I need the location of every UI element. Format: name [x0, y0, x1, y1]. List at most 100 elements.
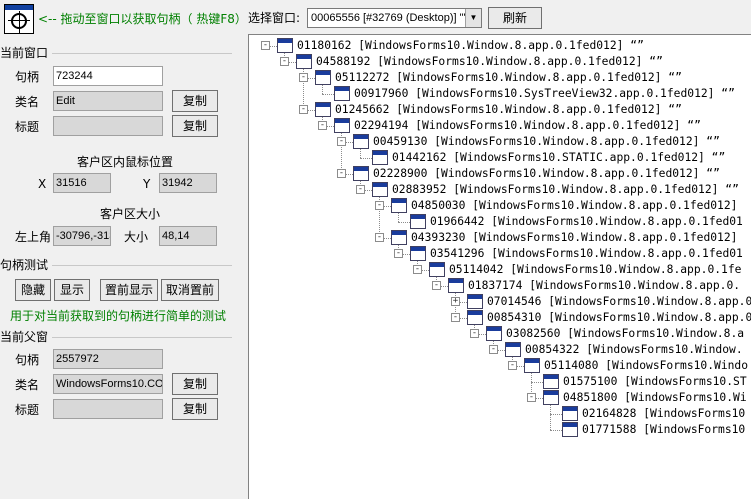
class-field[interactable]: Edit [53, 91, 163, 111]
expand-icon[interactable]: + [451, 297, 460, 306]
handle-test-note: 用于对当前获取到的句柄进行简单的测试 [10, 309, 227, 323]
refresh-button[interactable]: 刷新 [488, 7, 542, 29]
tree-node[interactable]: - 01180162 [WindowsForms10.Window.8.app.0… [249, 38, 751, 54]
mouse-y-label: Y [143, 177, 151, 191]
collapse-icon[interactable]: - [375, 201, 384, 210]
tree-node[interactable]: 01575100 [WindowsForms10.ST [249, 374, 751, 390]
parent-title-field[interactable] [53, 399, 163, 419]
group-divider [52, 265, 232, 266]
tree-node[interactable]: - 00854310 [WindowsForms10.Window.8.app.0 [249, 310, 751, 326]
collapse-icon[interactable]: - [527, 393, 536, 402]
tree-node[interactable]: 01771588 [WindowsForms10 [249, 422, 751, 438]
tree-node-label: 04588192 [WindowsForms10.Window.8.app.0.… [316, 55, 663, 68]
tree-node[interactable]: - 03082560 [WindowsForms10.Window.8.a [249, 326, 751, 342]
tree-node-label: 00854322 [WindowsForms10.Window. [525, 343, 743, 356]
tree-node-label: 03541296 [WindowsForms10.Window.8.app.0.… [430, 247, 743, 260]
window-select[interactable]: 00065556 [#32769 (Desktop)] "" ▼ [307, 8, 482, 28]
handle-test-group-label: 句柄测试 [0, 258, 49, 272]
collapse-icon[interactable]: - [451, 313, 460, 322]
tree-node[interactable]: - 00459130 [WindowsForms10.Window.8.app.0… [249, 134, 751, 150]
window-icon [391, 230, 407, 245]
handle-field[interactable]: 723244 [53, 66, 163, 86]
tree-node-label: 02294194 [WindowsForms10.Window.8.app.0.… [354, 119, 701, 132]
hide-button[interactable]: 隐藏 [15, 279, 51, 301]
tree-node[interactable]: - 04851800 [WindowsForms10.Wi [249, 390, 751, 406]
collapse-icon[interactable]: - [337, 169, 346, 178]
collapse-icon[interactable]: - [470, 329, 479, 338]
tree-node[interactable]: 02164828 [WindowsForms10 [249, 406, 751, 422]
collapse-icon[interactable]: - [432, 281, 441, 290]
window-icon [505, 342, 521, 357]
collapse-icon[interactable]: - [261, 41, 270, 50]
tree-node[interactable]: - 05114042 [WindowsForms10.Window.8.app.0… [249, 262, 751, 278]
cancel-topmost-button[interactable]: 取消置前 [161, 279, 219, 301]
collapse-icon[interactable]: - [489, 345, 498, 354]
parent-handle-field[interactable]: 2557972 [53, 349, 163, 369]
tree-node[interactable]: - 04588192 [WindowsForms10.Window.8.app.0… [249, 54, 751, 70]
window-icon [353, 166, 369, 181]
tree-node-label: 02164828 [WindowsForms10 [582, 407, 746, 420]
mouse-y-field[interactable]: 31942 [159, 173, 217, 193]
copy-class-button[interactable]: 复制 [172, 90, 218, 112]
topmost-button[interactable]: 置前显示 [100, 279, 158, 301]
window-icon [296, 54, 312, 69]
tree-node-label: 00917960 [WindowsForms10.SysTreeView32.a… [354, 87, 735, 100]
window-icon [543, 374, 559, 389]
parent-class-field[interactable]: WindowsForms10.COM [53, 374, 163, 394]
copy-title-button[interactable]: 复制 [172, 115, 218, 137]
collapse-icon[interactable]: - [299, 73, 308, 82]
window-icon [524, 358, 540, 373]
collapse-icon[interactable]: - [413, 265, 422, 274]
size-label: 大小 [124, 230, 149, 244]
tree-node[interactable]: - 04850030 [WindowsForms10.Window.8.app.0… [249, 198, 751, 214]
tree-node[interactable]: - 05112272 [WindowsForms10.Window.8.app.0… [249, 70, 751, 86]
collapse-icon[interactable]: - [508, 361, 517, 370]
tree-node[interactable]: - 02294194 [WindowsForms10.Window.8.app.0… [249, 118, 751, 134]
tree-node-label: 00459130 [WindowsForms10.Window.8.app.0.… [373, 135, 720, 148]
tree-node[interactable]: +07014546 [WindowsForms10.Window.8.app.0 [249, 294, 751, 310]
collapse-icon[interactable]: - [299, 105, 308, 114]
tree-node[interactable]: - 01837174 [WindowsForms10.Window.8.app.0… [249, 278, 751, 294]
collapse-icon[interactable]: - [356, 185, 365, 194]
window-icon [315, 70, 331, 85]
window-icon [562, 422, 578, 437]
group-divider [52, 337, 232, 338]
chevron-down-icon[interactable]: ▼ [465, 9, 481, 27]
tree-node[interactable]: - 03541296 [WindowsForms10.Window.8.app.0… [249, 246, 751, 262]
collapse-icon[interactable]: - [318, 121, 327, 130]
copy-parent-class-button[interactable]: 复制 [172, 373, 218, 395]
size-field[interactable]: 48,14 [159, 226, 217, 246]
tree-node-label: 01442162 [WindowsForms10.STATIC.app.0.1f… [392, 151, 726, 164]
tree-node[interactable]: 00917960 [WindowsForms10.SysTreeView32.a… [249, 86, 751, 102]
topleft-field[interactable]: -30796,-313 [53, 226, 111, 246]
tree-node-label: 01245662 [WindowsForms10.Window.8.app.0.… [335, 103, 682, 116]
tree-node-label: 05114042 [WindowsForms10.Window.8.app.0.… [449, 263, 742, 276]
collapse-icon[interactable]: - [337, 137, 346, 146]
mouse-x-field[interactable]: 31516 [53, 173, 111, 193]
tree-node[interactable]: - 02883952 [WindowsForms10.Window.8.app.0… [249, 182, 751, 198]
tree-node[interactable]: - 00854322 [WindowsForms10.Window. [249, 342, 751, 358]
window-icon [486, 326, 502, 341]
tree-node[interactable]: - 04393230 [WindowsForms10.Window.8.app.0… [249, 230, 751, 246]
title-field[interactable] [53, 116, 163, 136]
copy-parent-title-button[interactable]: 复制 [172, 398, 218, 420]
tree-node[interactable]: 01442162 [WindowsForms10.STATIC.app.0.1f… [249, 150, 751, 166]
tree-node[interactable]: 01966442 [WindowsForms10.Window.8.app.0.… [249, 214, 751, 230]
window-icon [467, 294, 483, 309]
tree-node-label: 01966442 [WindowsForms10.Window.8.app.0.… [430, 215, 743, 228]
tree-node[interactable]: - 01245662 [WindowsForms10.Window.8.app.0… [249, 102, 751, 118]
show-button[interactable]: 显示 [54, 279, 90, 301]
collapse-icon[interactable]: - [375, 233, 384, 242]
handle-label: 句柄 [15, 70, 40, 84]
window-icon [467, 310, 483, 325]
tree-node[interactable]: - 05114080 [WindowsForms10.Windo [249, 358, 751, 374]
tree-node[interactable]: - 02228900 [WindowsForms10.Window.8.app.0… [249, 166, 751, 182]
parent-window-group-label: 当前父窗 [0, 330, 49, 344]
parent-handle-label: 句柄 [15, 353, 40, 367]
window-finder-crosshair-icon[interactable] [4, 4, 34, 34]
tree-node-label: 07014546 [WindowsForms10.Window.8.app.0 [487, 295, 751, 308]
window-tree[interactable]: -01180162 [WindowsForms10.Window.8.app.0… [248, 34, 751, 499]
collapse-icon[interactable]: - [394, 249, 403, 258]
title-label: 标题 [15, 120, 40, 134]
collapse-icon[interactable]: - [280, 57, 289, 66]
